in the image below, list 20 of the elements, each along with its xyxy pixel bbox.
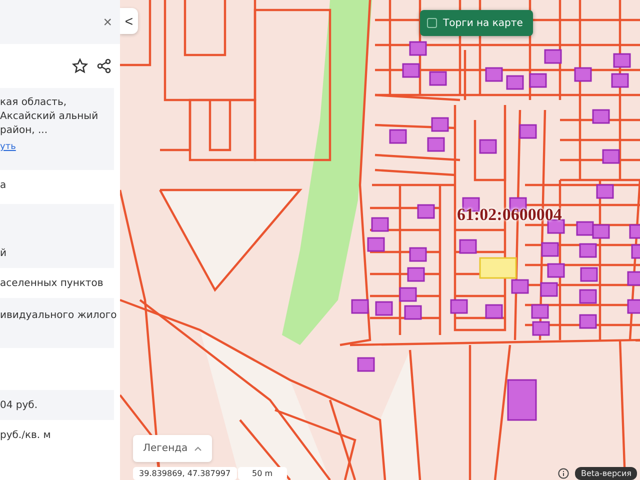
checkbox[interactable] — [427, 18, 437, 28]
auctions-toggle[interactable]: Торги на карте — [420, 10, 533, 36]
info-text: аселенных пунктов — [0, 278, 104, 288]
back-button[interactable]: < — [120, 8, 138, 34]
info-text: руб./кв. м — [0, 430, 51, 440]
info-card: й — [0, 238, 114, 268]
caret-icon — [194, 446, 202, 451]
share-icon[interactable] — [96, 58, 112, 74]
legend-button[interactable]: Легенда — [133, 435, 212, 462]
coordinates-text: 39.839869, 47.387997 — [133, 467, 237, 480]
info-text: а — [0, 180, 6, 190]
beta-badge: Beta-версия — [575, 467, 638, 480]
collapse-link[interactable]: уть — [0, 142, 110, 152]
close-button[interactable]: × — [103, 14, 112, 30]
address-text: кая область, Аксайский альный район, ... — [0, 96, 100, 138]
info-card: ивидуального жилого — [0, 298, 114, 348]
star-icon[interactable] — [72, 58, 88, 74]
info-card: 04 руб. — [0, 390, 114, 420]
scale-bar: 50 m — [238, 467, 287, 480]
info-icon[interactable] — [558, 468, 569, 479]
